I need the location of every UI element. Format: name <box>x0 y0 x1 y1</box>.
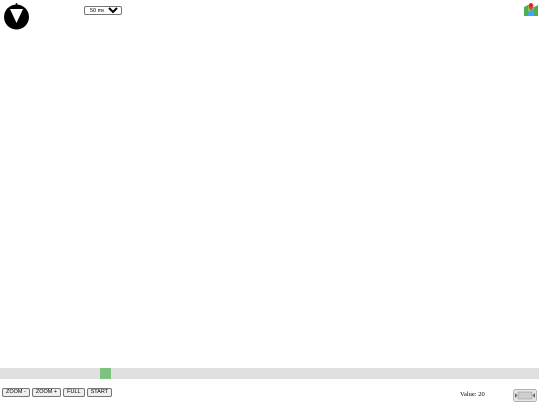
start-button[interactable]: START <box>86 388 113 397</box>
compass-icon <box>4 3 29 30</box>
zoom-out-button[interactable]: ZOOM - <box>2 388 30 397</box>
zoom-controls: ZOOM - ZOOM + FULL START <box>2 388 113 397</box>
full-button[interactable]: FULL <box>63 388 85 397</box>
map-pin-icon[interactable] <box>523 1 539 17</box>
distance-select[interactable]: 50 meters <box>84 6 122 15</box>
play-pause-icon[interactable] <box>513 389 537 402</box>
timeline-slider-thumb[interactable] <box>100 368 111 379</box>
timeline-slider[interactable] <box>0 368 539 379</box>
zoom-in-button[interactable]: ZOOM + <box>31 388 62 397</box>
value-readout: Value: 20 <box>460 391 485 398</box>
